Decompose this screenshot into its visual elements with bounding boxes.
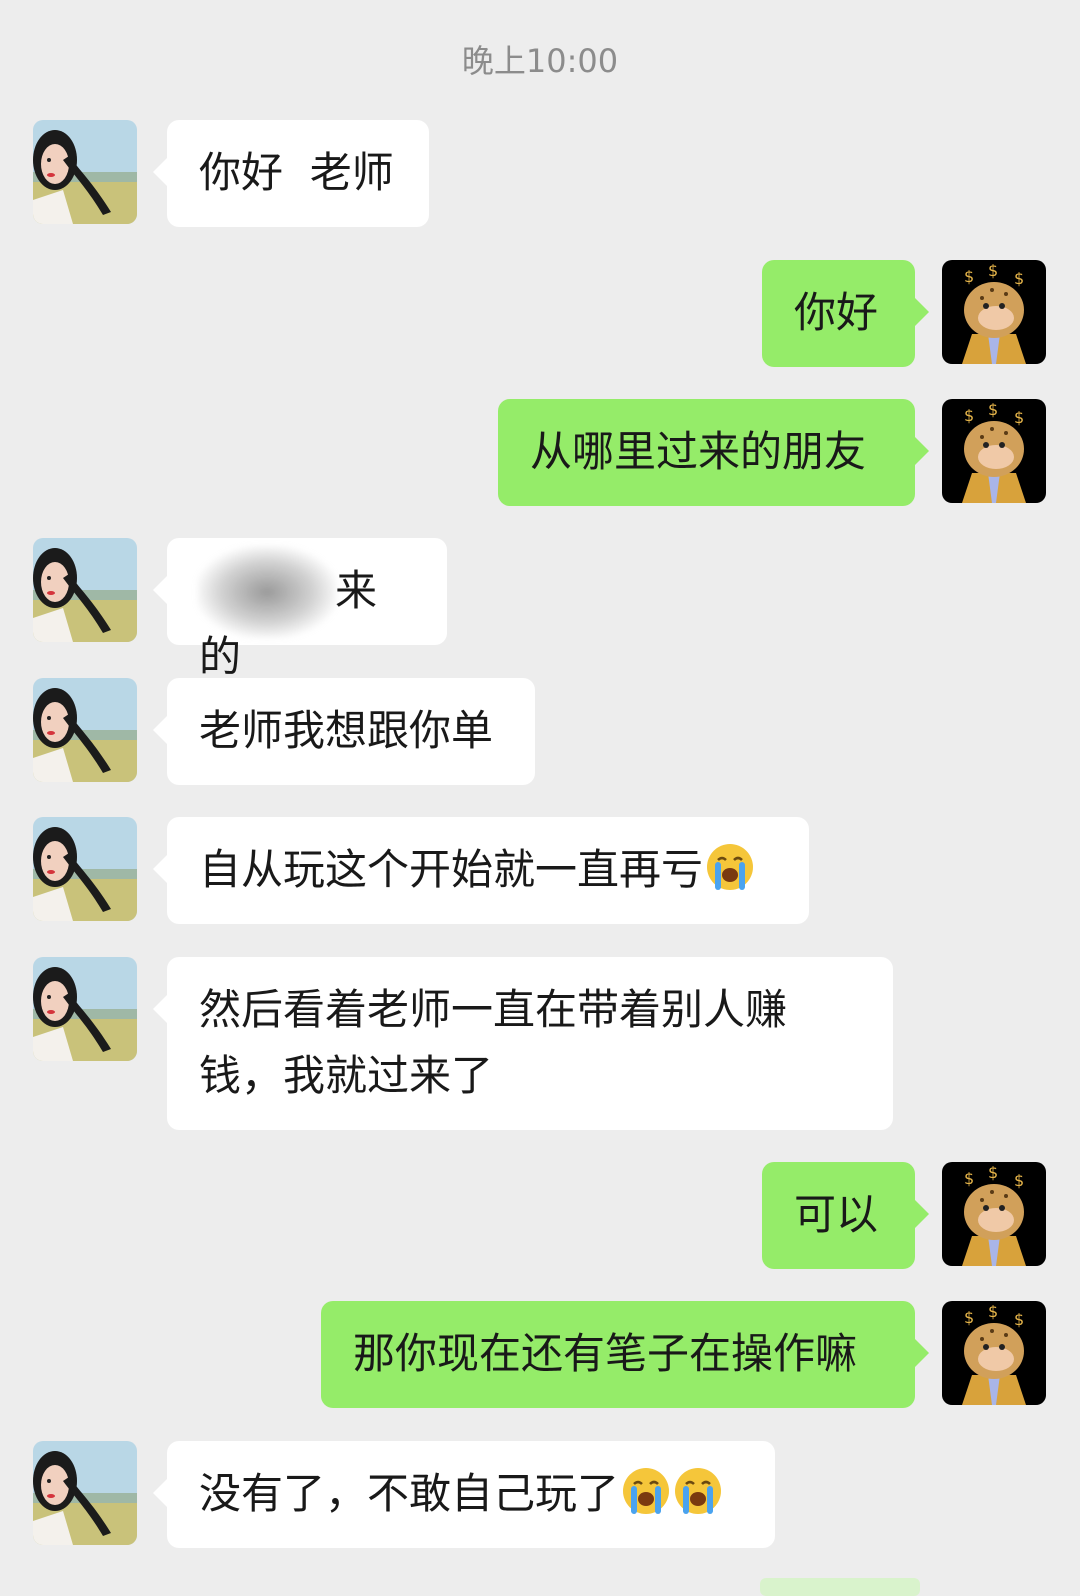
girl-portrait-icon bbox=[33, 120, 137, 224]
girl-portrait-icon bbox=[33, 1441, 137, 1545]
girl-portrait-icon bbox=[33, 817, 137, 921]
monkey-dollar-avatar-icon bbox=[942, 1162, 1046, 1266]
student-avatar[interactable] bbox=[33, 538, 137, 642]
loudly-crying-face-icon bbox=[673, 1466, 723, 1516]
message-bubble-incoming[interactable]: 自从玩这个开始就一直再亏 bbox=[153, 817, 809, 924]
message-bubble-outgoing[interactable]: 可以 bbox=[762, 1162, 929, 1269]
monkey-dollar-avatar-icon bbox=[942, 399, 1046, 503]
message-bubble-outgoing[interactable]: 你好 bbox=[762, 260, 929, 367]
message-text: 可以 bbox=[794, 1190, 879, 1239]
message-bubble-incoming[interactable]: 没有了，不敢自己玩了 bbox=[153, 1441, 775, 1548]
student-avatar[interactable] bbox=[33, 817, 137, 921]
partial-outgoing-bubble bbox=[760, 1578, 920, 1596]
message-bubble-incoming[interactable]: 来的 bbox=[153, 538, 447, 681]
loudly-crying-face-icon bbox=[705, 842, 755, 892]
message-text: 那你现在还有笔子在操作嘛 bbox=[353, 1329, 858, 1378]
loudly-crying-face-icon bbox=[621, 1466, 671, 1516]
message-text: 老师我想跟你单 bbox=[199, 706, 494, 755]
teacher-avatar[interactable] bbox=[942, 1162, 1046, 1266]
message-text: 从哪里过来的朋友 bbox=[530, 427, 867, 476]
student-avatar[interactable] bbox=[33, 1441, 137, 1545]
message-bubble-incoming[interactable]: 然后看着老师一直在带着别人赚 钱，我就过来了 bbox=[153, 957, 893, 1130]
message-text-line-2: 钱，我就过来了 bbox=[199, 1051, 494, 1100]
message-bubble-incoming[interactable]: 你好 老师 bbox=[153, 120, 429, 227]
message-text: 你好 老师 bbox=[199, 148, 394, 197]
message-text: 没有了，不敢自己玩了 bbox=[199, 1469, 620, 1518]
girl-portrait-icon bbox=[33, 678, 137, 782]
redaction-blur bbox=[197, 546, 337, 638]
chat-timestamp: 晚上10:00 bbox=[461, 42, 619, 80]
message-text: 自从玩这个开始就一直再亏 bbox=[199, 845, 704, 894]
student-avatar[interactable] bbox=[33, 120, 137, 224]
monkey-dollar-avatar-icon bbox=[942, 260, 1046, 364]
monkey-dollar-avatar-icon bbox=[942, 1301, 1046, 1405]
student-avatar[interactable] bbox=[33, 678, 137, 782]
teacher-avatar[interactable] bbox=[942, 1301, 1046, 1405]
girl-portrait-icon bbox=[33, 957, 137, 1061]
teacher-avatar[interactable] bbox=[942, 260, 1046, 364]
message-text-line-1: 然后看着老师一直在带着别人赚 bbox=[199, 985, 788, 1034]
student-avatar[interactable] bbox=[33, 957, 137, 1061]
teacher-avatar[interactable] bbox=[942, 399, 1046, 503]
girl-portrait-icon bbox=[33, 538, 137, 642]
message-bubble-outgoing[interactable]: 那你现在还有笔子在操作嘛 bbox=[321, 1301, 929, 1408]
message-bubble-incoming[interactable]: 老师我想跟你单 bbox=[153, 678, 535, 785]
message-bubble-outgoing[interactable]: 从哪里过来的朋友 bbox=[498, 399, 929, 506]
message-text: 你好 bbox=[794, 288, 879, 337]
